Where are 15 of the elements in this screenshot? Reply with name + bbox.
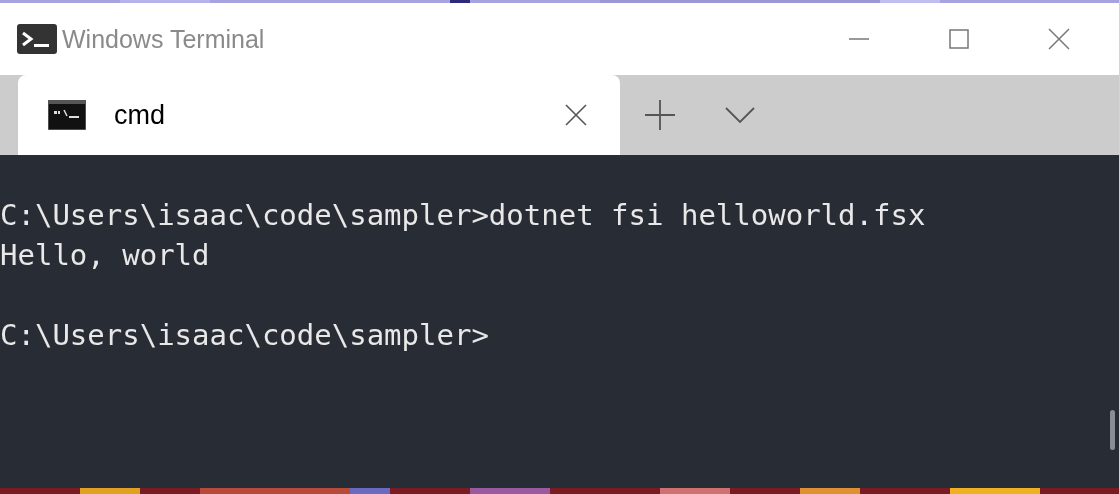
plus-icon — [645, 100, 675, 130]
close-icon — [1048, 28, 1070, 50]
maximize-icon — [948, 28, 970, 50]
terminal-icon — [17, 24, 57, 54]
console-icon — [48, 100, 86, 130]
tab[interactable]: cmd — [18, 75, 620, 155]
minimize-icon — [848, 38, 870, 40]
command-line: C:\Users\isaac\code\sampler> — [0, 317, 489, 354]
output-line: Hello, world — [0, 237, 210, 274]
scrollbar-thumb[interactable] — [1110, 410, 1115, 450]
chevron-down-icon — [725, 106, 755, 124]
tab-label: cmd — [114, 99, 166, 131]
window-title: Windows Terminal — [62, 24, 265, 54]
close-icon — [565, 104, 587, 126]
command-line: C:\Users\isaac\code\sampler>dotnet fsi helloworld.fsx — [0, 197, 926, 234]
